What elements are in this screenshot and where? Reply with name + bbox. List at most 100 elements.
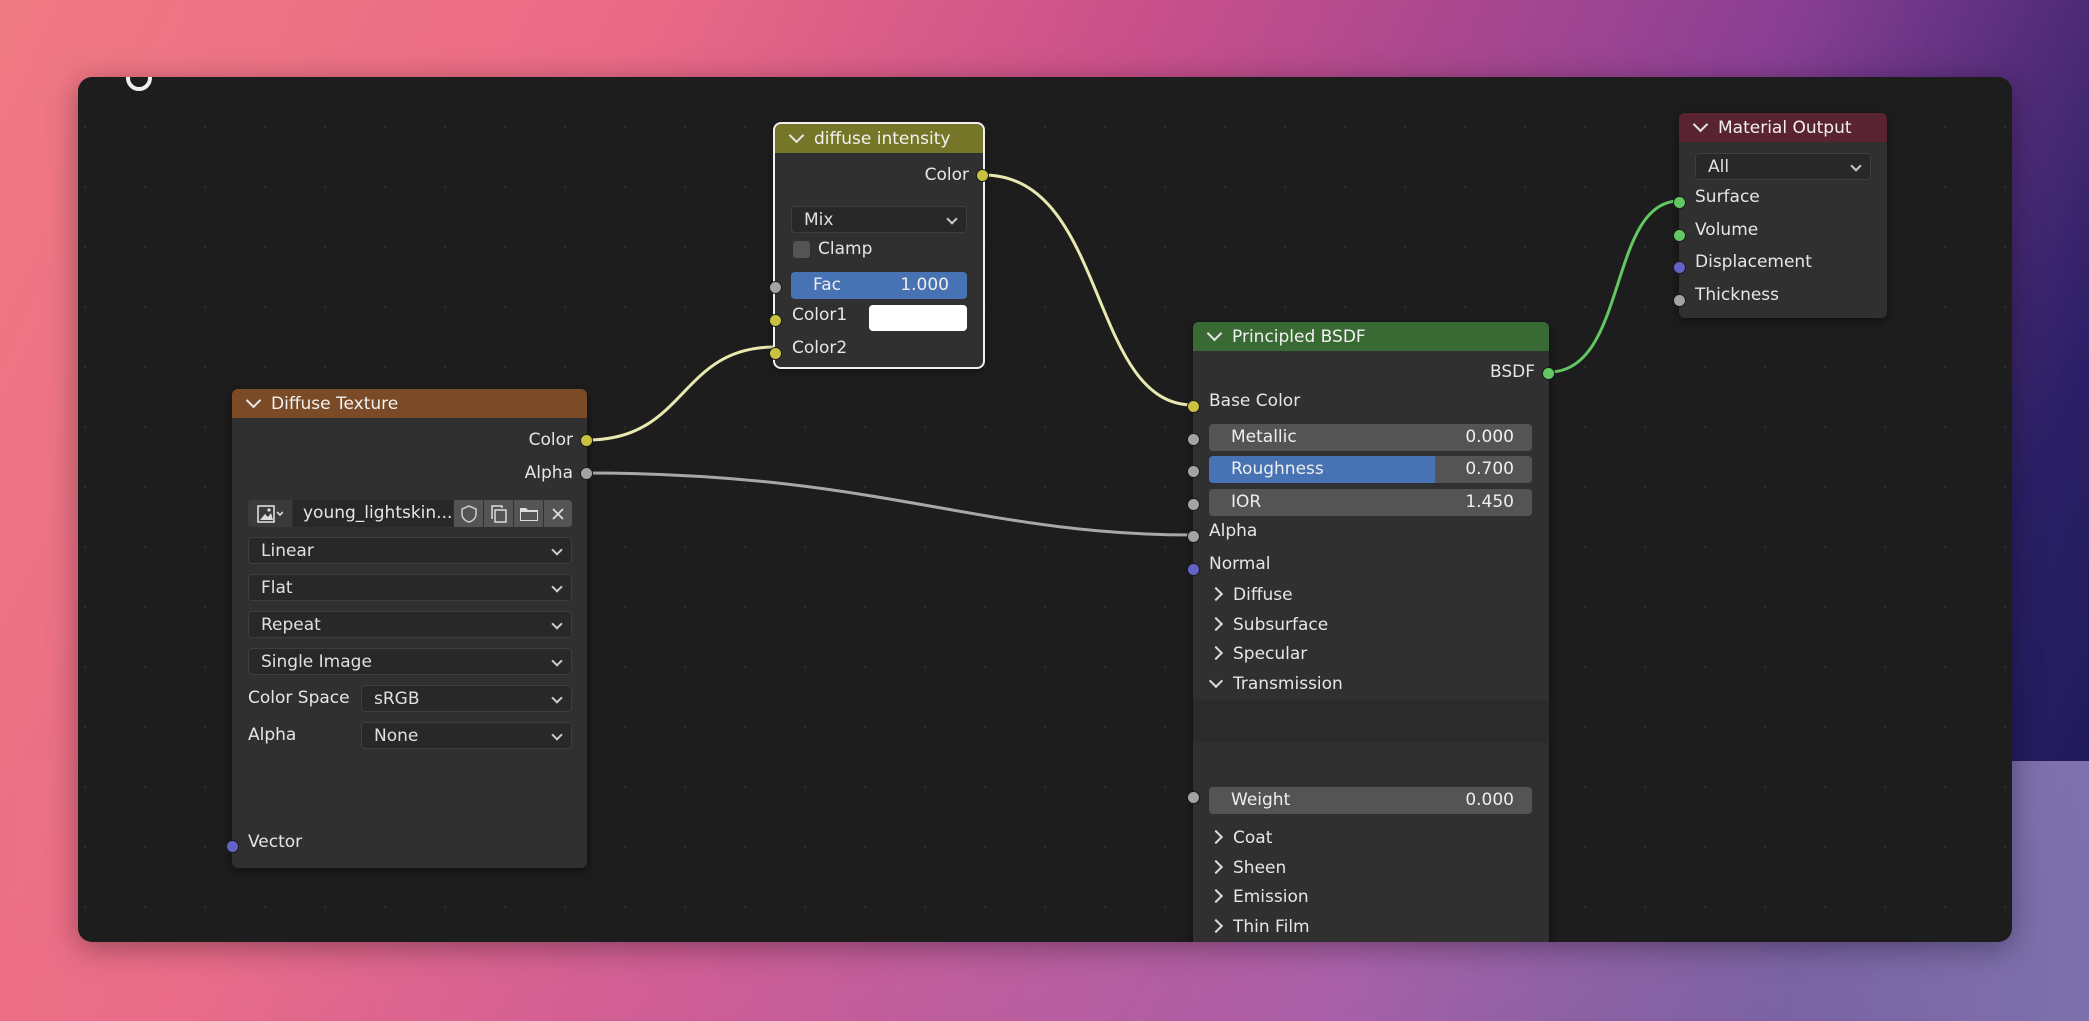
displacement-label: Displacement [1695, 252, 1812, 272]
alpha-mode-dropdown[interactable]: None [361, 722, 572, 749]
chevron-right-icon [1208, 616, 1224, 632]
image-browse-button[interactable] [248, 500, 292, 527]
bsdf-node-title: Principled BSDF [1232, 326, 1366, 347]
panel-sheen[interactable]: Sheen [1193, 853, 1549, 883]
mix-node[interactable]: diffuse intensity Color Mix Clamp Fac 1.… [769, 122, 989, 369]
collapse-chevron-icon[interactable] [788, 127, 805, 144]
panel-transmission[interactable]: Transmission [1193, 669, 1549, 699]
bsdf-output-row: BSDF [1193, 357, 1549, 387]
panel-coat-label: Coat [1233, 828, 1273, 848]
displacement-socket[interactable] [1673, 261, 1686, 274]
roughness-slider[interactable]: Roughness 0.700 [1209, 456, 1532, 483]
panel-coat[interactable]: Coat [1193, 823, 1549, 853]
mix-node-header[interactable]: diffuse intensity [775, 124, 983, 153]
thickness-label: Thickness [1695, 285, 1780, 305]
panel-specular-label: Specular [1233, 644, 1308, 664]
roughness-socket[interactable] [1187, 465, 1200, 478]
transmission-weight-socket[interactable] [1187, 791, 1200, 804]
panel-subsurface[interactable]: Subsurface [1193, 610, 1549, 640]
mix-output-color-socket[interactable] [976, 169, 989, 182]
blend-mode-dropdown[interactable]: Mix [791, 206, 967, 233]
color-space-dropdown[interactable]: sRGB [361, 685, 572, 712]
ior-slider[interactable]: IOR 1.450 [1209, 489, 1532, 516]
unlink-image-button[interactable] [544, 500, 572, 527]
output-node-header[interactable]: Material Output [1679, 113, 1887, 142]
normal-socket[interactable] [1187, 563, 1200, 576]
extension-dropdown[interactable]: Repeat [248, 611, 572, 638]
texture-output-color-socket[interactable] [580, 434, 593, 447]
interpolation-dropdown[interactable]: Linear [248, 537, 572, 564]
image-name-value: young_lightskin... [303, 503, 453, 523]
color1-label: Color1 [792, 305, 848, 325]
panel-specular[interactable]: Specular [1193, 639, 1549, 669]
open-image-button[interactable] [514, 500, 543, 527]
shield-icon [460, 504, 477, 523]
mix-color2-socket[interactable] [769, 347, 782, 360]
ior-socket[interactable] [1187, 498, 1200, 511]
panel-thin-film-label: Thin Film [1233, 917, 1310, 937]
mix-color1-socket[interactable] [769, 314, 782, 327]
mix-output-color-row: Color [775, 160, 983, 190]
panel-emission[interactable]: Emission [1193, 882, 1549, 912]
principled-bsdf-node[interactable]: Principled BSDF BSDF Base Color Metallic… [1187, 322, 1555, 942]
fake-user-button[interactable] [454, 500, 483, 527]
weight-label: Weight [1231, 790, 1291, 810]
bsdf-output-socket[interactable] [1542, 367, 1555, 380]
node-editor[interactable]: diffuse intensity Color Mix Clamp Fac 1.… [78, 77, 2012, 942]
chevron-right-icon [1208, 829, 1224, 845]
metallic-slider[interactable]: Metallic 0.000 [1209, 424, 1532, 451]
chevron-right-icon [1208, 918, 1224, 934]
source-dropdown[interactable]: Single Image [248, 648, 572, 675]
ior-value: 1.450 [1465, 492, 1514, 512]
texture-node-header[interactable]: Diffuse Texture [232, 389, 587, 418]
chevron-down-icon [551, 581, 563, 593]
panel-thin-film[interactable]: Thin Film [1193, 912, 1549, 942]
metallic-value: 0.000 [1465, 427, 1514, 447]
material-output-node[interactable]: Material Output All Surface Volume Displ… [1673, 113, 1887, 318]
panel-diffuse-label: Diffuse [1233, 585, 1293, 605]
folder-icon [519, 507, 538, 521]
collapse-chevron-icon[interactable] [1206, 325, 1223, 342]
duplicate-button[interactable] [484, 500, 513, 527]
collapse-chevron-icon[interactable] [245, 392, 262, 409]
panel-diffuse[interactable]: Diffuse [1193, 580, 1549, 610]
mix-fac-socket[interactable] [769, 281, 782, 294]
texture-output-alpha-row: Alpha [232, 458, 587, 488]
color1-swatch[interactable] [869, 305, 967, 331]
chevron-down-icon [551, 544, 563, 556]
projection-dropdown[interactable]: Flat [248, 574, 572, 601]
normal-label: Normal [1209, 554, 1271, 574]
chevron-down-icon [1208, 673, 1224, 689]
collapse-chevron-icon[interactable] [1692, 116, 1709, 133]
surface-socket[interactable] [1673, 196, 1686, 209]
chevron-right-icon [1208, 645, 1224, 661]
fac-label: Fac [813, 275, 841, 295]
duplicate-icon [490, 504, 507, 523]
chevron-right-icon [1208, 859, 1224, 875]
texture-output-alpha-socket[interactable] [580, 467, 593, 480]
image-texture-node[interactable]: Diffuse Texture Color Alpha young_lights… [226, 389, 593, 868]
fac-slider[interactable]: Fac 1.000 [791, 272, 967, 299]
alpha-socket[interactable] [1187, 530, 1200, 543]
volume-socket[interactable] [1673, 229, 1686, 242]
ior-label: IOR [1231, 492, 1262, 512]
metallic-socket[interactable] [1187, 433, 1200, 446]
bsdf-node-header[interactable]: Principled BSDF [1193, 322, 1549, 351]
output-node-title: Material Output [1718, 117, 1852, 138]
clamp-checkbox[interactable] [793, 241, 810, 258]
render-target-dropdown[interactable]: All [1695, 153, 1871, 180]
panel-emission-label: Emission [1233, 887, 1309, 907]
thickness-socket[interactable] [1673, 294, 1686, 307]
color-space-label: Color Space [248, 688, 350, 708]
texture-vector-socket[interactable] [226, 840, 239, 853]
link-bsdf-to-output-surface [1548, 199, 1680, 374]
transmission-weight-slider[interactable]: Weight 0.000 [1209, 787, 1532, 814]
panel-subsurface-label: Subsurface [1233, 615, 1329, 635]
link-texture-alpha-to-bsdf-alpha [586, 471, 1194, 537]
roughness-value: 0.700 [1465, 459, 1514, 479]
editor-logo-icon [126, 77, 152, 91]
alpha-mode-value: None [374, 725, 419, 746]
image-name-field[interactable]: young_lightskin... [293, 500, 453, 527]
weight-value: 0.000 [1465, 790, 1514, 810]
base-color-socket[interactable] [1187, 400, 1200, 413]
